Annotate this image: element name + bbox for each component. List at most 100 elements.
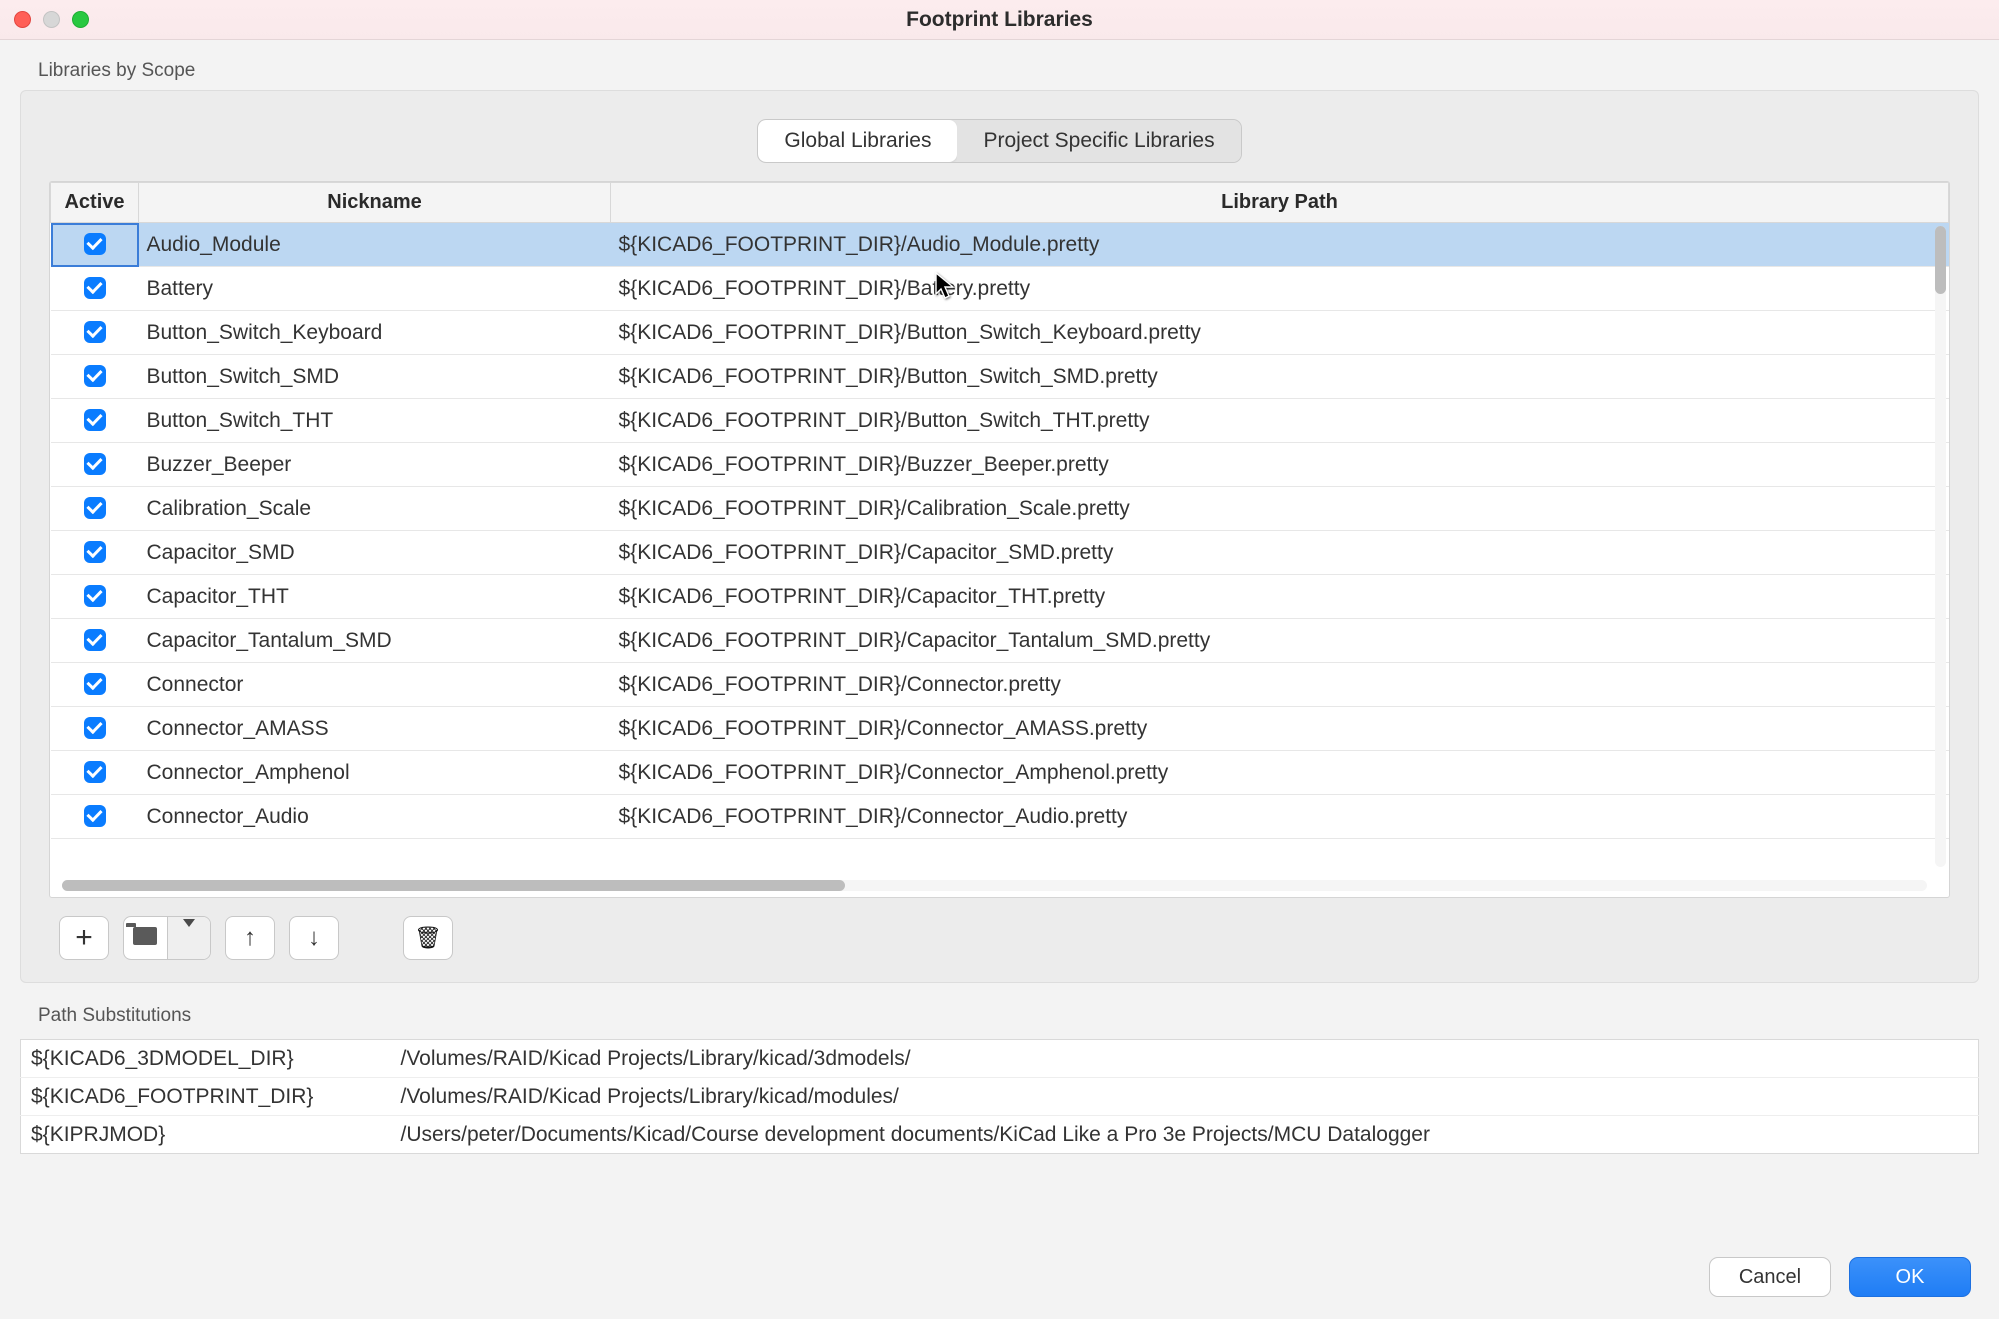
checkbox-checked-icon[interactable]: [84, 365, 106, 387]
tab-global-libraries[interactable]: Global Libraries: [758, 120, 957, 162]
path-sub-row[interactable]: ${KICAD6_3DMODEL_DIR}/Volumes/RAID/Kicad…: [21, 1040, 1979, 1078]
path-cell[interactable]: ${KICAD6_FOOTPRINT_DIR}/Connector.pretty: [611, 663, 1949, 707]
checkbox-checked-icon[interactable]: [84, 541, 106, 563]
path-cell[interactable]: ${KICAD6_FOOTPRINT_DIR}/Audio_Module.pre…: [611, 223, 1949, 267]
tab-project-libraries[interactable]: Project Specific Libraries: [957, 120, 1240, 162]
active-checkbox-cell[interactable]: [51, 531, 139, 575]
move-up-button[interactable]: [225, 916, 275, 960]
nickname-cell[interactable]: Connector_AMASS: [139, 707, 611, 751]
checkbox-checked-icon[interactable]: [84, 453, 106, 475]
nickname-cell[interactable]: Button_Switch_SMD: [139, 355, 611, 399]
path-cell[interactable]: ${KICAD6_FOOTPRINT_DIR}/Connector_Amphen…: [611, 751, 1949, 795]
active-checkbox-cell[interactable]: [51, 223, 139, 267]
checkbox-checked-icon[interactable]: [84, 409, 106, 431]
path-cell[interactable]: ${KICAD6_FOOTPRINT_DIR}/Capacitor_Tantal…: [611, 619, 1949, 663]
nickname-cell[interactable]: Battery: [139, 267, 611, 311]
checkbox-checked-icon[interactable]: [84, 717, 106, 739]
path-var-cell[interactable]: ${KICAD6_FOOTPRINT_DIR}: [21, 1078, 391, 1116]
table-row[interactable]: Capacitor_SMD${KICAD6_FOOTPRINT_DIR}/Cap…: [51, 531, 1949, 575]
horizontal-scroll-thumb[interactable]: [62, 880, 845, 891]
active-checkbox-cell[interactable]: [51, 267, 139, 311]
dialog-footer: Cancel OK: [0, 1235, 1999, 1319]
path-value-cell[interactable]: /Volumes/RAID/Kicad Projects/Library/kic…: [391, 1078, 1979, 1116]
nickname-cell[interactable]: Calibration_Scale: [139, 487, 611, 531]
nickname-cell[interactable]: Capacitor_Tantalum_SMD: [139, 619, 611, 663]
checkbox-checked-icon[interactable]: [84, 805, 106, 827]
path-cell[interactable]: ${KICAD6_FOOTPRINT_DIR}/Button_Switch_TH…: [611, 399, 1949, 443]
table-row[interactable]: Capacitor_Tantalum_SMD${KICAD6_FOOTPRINT…: [51, 619, 1949, 663]
path-sub-row[interactable]: ${KIPRJMOD}/Users/peter/Documents/Kicad/…: [21, 1116, 1979, 1154]
path-sub-row[interactable]: ${KICAD6_FOOTPRINT_DIR}/Volumes/RAID/Kic…: [21, 1078, 1979, 1116]
checkbox-checked-icon[interactable]: [84, 277, 106, 299]
checkbox-checked-icon[interactable]: [84, 585, 106, 607]
path-value-cell[interactable]: /Users/peter/Documents/Kicad/Course deve…: [391, 1116, 1979, 1154]
table-row[interactable]: Connector${KICAD6_FOOTPRINT_DIR}/Connect…: [51, 663, 1949, 707]
nickname-cell[interactable]: Connector_Amphenol: [139, 751, 611, 795]
nickname-cell[interactable]: Buzzer_Beeper: [139, 443, 611, 487]
vertical-scroll-thumb[interactable]: [1935, 226, 1946, 294]
nickname-cell[interactable]: Button_Switch_Keyboard: [139, 311, 611, 355]
table-row[interactable]: Button_Switch_THT${KICAD6_FOOTPRINT_DIR}…: [51, 399, 1949, 443]
path-value-cell[interactable]: /Volumes/RAID/Kicad Projects/Library/kic…: [391, 1040, 1979, 1078]
vertical-scrollbar[interactable]: [1935, 226, 1946, 867]
checkbox-checked-icon[interactable]: [84, 497, 106, 519]
path-cell[interactable]: ${KICAD6_FOOTPRINT_DIR}/Battery.pretty: [611, 267, 1949, 311]
path-cell[interactable]: ${KICAD6_FOOTPRINT_DIR}/Connector_AMASS.…: [611, 707, 1949, 751]
nickname-cell[interactable]: Button_Switch_THT: [139, 399, 611, 443]
table-row[interactable]: Button_Switch_SMD${KICAD6_FOOTPRINT_DIR}…: [51, 355, 1949, 399]
nickname-cell[interactable]: Capacitor_SMD: [139, 531, 611, 575]
path-var-cell[interactable]: ${KICAD6_3DMODEL_DIR}: [21, 1040, 391, 1078]
table-row[interactable]: Battery${KICAD6_FOOTPRINT_DIR}/Battery.p…: [51, 267, 1949, 311]
nickname-cell[interactable]: Connector_Audio: [139, 795, 611, 839]
table-row[interactable]: Button_Switch_Keyboard${KICAD6_FOOTPRINT…: [51, 311, 1949, 355]
path-cell[interactable]: ${KICAD6_FOOTPRINT_DIR}/Buzzer_Beeper.pr…: [611, 443, 1949, 487]
checkbox-checked-icon[interactable]: [84, 761, 106, 783]
checkbox-checked-icon[interactable]: [84, 629, 106, 651]
browse-library-button[interactable]: [123, 916, 211, 960]
active-checkbox-cell[interactable]: [51, 751, 139, 795]
nickname-cell[interactable]: Connector: [139, 663, 611, 707]
path-cell[interactable]: ${KICAD6_FOOTPRINT_DIR}/Button_Switch_Ke…: [611, 311, 1949, 355]
libraries-scope-frame: Global Libraries Project Specific Librar…: [20, 90, 1979, 983]
path-cell[interactable]: ${KICAD6_FOOTPRINT_DIR}/Button_Switch_SM…: [611, 355, 1949, 399]
nickname-cell[interactable]: Capacitor_THT: [139, 575, 611, 619]
caret-down-icon: [183, 927, 195, 950]
path-cell[interactable]: ${KICAD6_FOOTPRINT_DIR}/Capacitor_SMD.pr…: [611, 531, 1949, 575]
path-substitutions-table[interactable]: ${KICAD6_3DMODEL_DIR}/Volumes/RAID/Kicad…: [20, 1039, 1979, 1154]
column-header-path[interactable]: Library Path: [611, 183, 1949, 223]
active-checkbox-cell[interactable]: [51, 311, 139, 355]
cancel-button[interactable]: Cancel: [1709, 1257, 1831, 1297]
nickname-cell[interactable]: Audio_Module: [139, 223, 611, 267]
active-checkbox-cell[interactable]: [51, 575, 139, 619]
path-var-cell[interactable]: ${KIPRJMOD}: [21, 1116, 391, 1154]
checkbox-checked-icon[interactable]: [84, 321, 106, 343]
checkbox-checked-icon[interactable]: [84, 233, 106, 255]
table-row[interactable]: Calibration_Scale${KICAD6_FOOTPRINT_DIR}…: [51, 487, 1949, 531]
path-cell[interactable]: ${KICAD6_FOOTPRINT_DIR}/Connector_Audio.…: [611, 795, 1949, 839]
active-checkbox-cell[interactable]: [51, 619, 139, 663]
libraries-table[interactable]: Active Nickname Library Path Audio_Modul…: [50, 182, 1949, 839]
table-row[interactable]: Audio_Module${KICAD6_FOOTPRINT_DIR}/Audi…: [51, 223, 1949, 267]
table-row[interactable]: Connector_Audio${KICAD6_FOOTPRINT_DIR}/C…: [51, 795, 1949, 839]
checkbox-checked-icon[interactable]: [84, 673, 106, 695]
ok-button[interactable]: OK: [1849, 1257, 1971, 1297]
column-header-nickname[interactable]: Nickname: [139, 183, 611, 223]
active-checkbox-cell[interactable]: [51, 399, 139, 443]
table-row[interactable]: Buzzer_Beeper${KICAD6_FOOTPRINT_DIR}/Buz…: [51, 443, 1949, 487]
active-checkbox-cell[interactable]: [51, 795, 139, 839]
active-checkbox-cell[interactable]: [51, 355, 139, 399]
column-header-active[interactable]: Active: [51, 183, 139, 223]
add-library-button[interactable]: [59, 916, 109, 960]
table-row[interactable]: Capacitor_THT${KICAD6_FOOTPRINT_DIR}/Cap…: [51, 575, 1949, 619]
move-down-button[interactable]: [289, 916, 339, 960]
delete-library-button[interactable]: [403, 916, 453, 960]
active-checkbox-cell[interactable]: [51, 707, 139, 751]
table-row[interactable]: Connector_AMASS${KICAD6_FOOTPRINT_DIR}/C…: [51, 707, 1949, 751]
active-checkbox-cell[interactable]: [51, 663, 139, 707]
horizontal-scrollbar[interactable]: [62, 880, 1927, 891]
path-cell[interactable]: ${KICAD6_FOOTPRINT_DIR}/Calibration_Scal…: [611, 487, 1949, 531]
table-row[interactable]: Connector_Amphenol${KICAD6_FOOTPRINT_DIR…: [51, 751, 1949, 795]
active-checkbox-cell[interactable]: [51, 487, 139, 531]
active-checkbox-cell[interactable]: [51, 443, 139, 487]
path-cell[interactable]: ${KICAD6_FOOTPRINT_DIR}/Capacitor_THT.pr…: [611, 575, 1949, 619]
